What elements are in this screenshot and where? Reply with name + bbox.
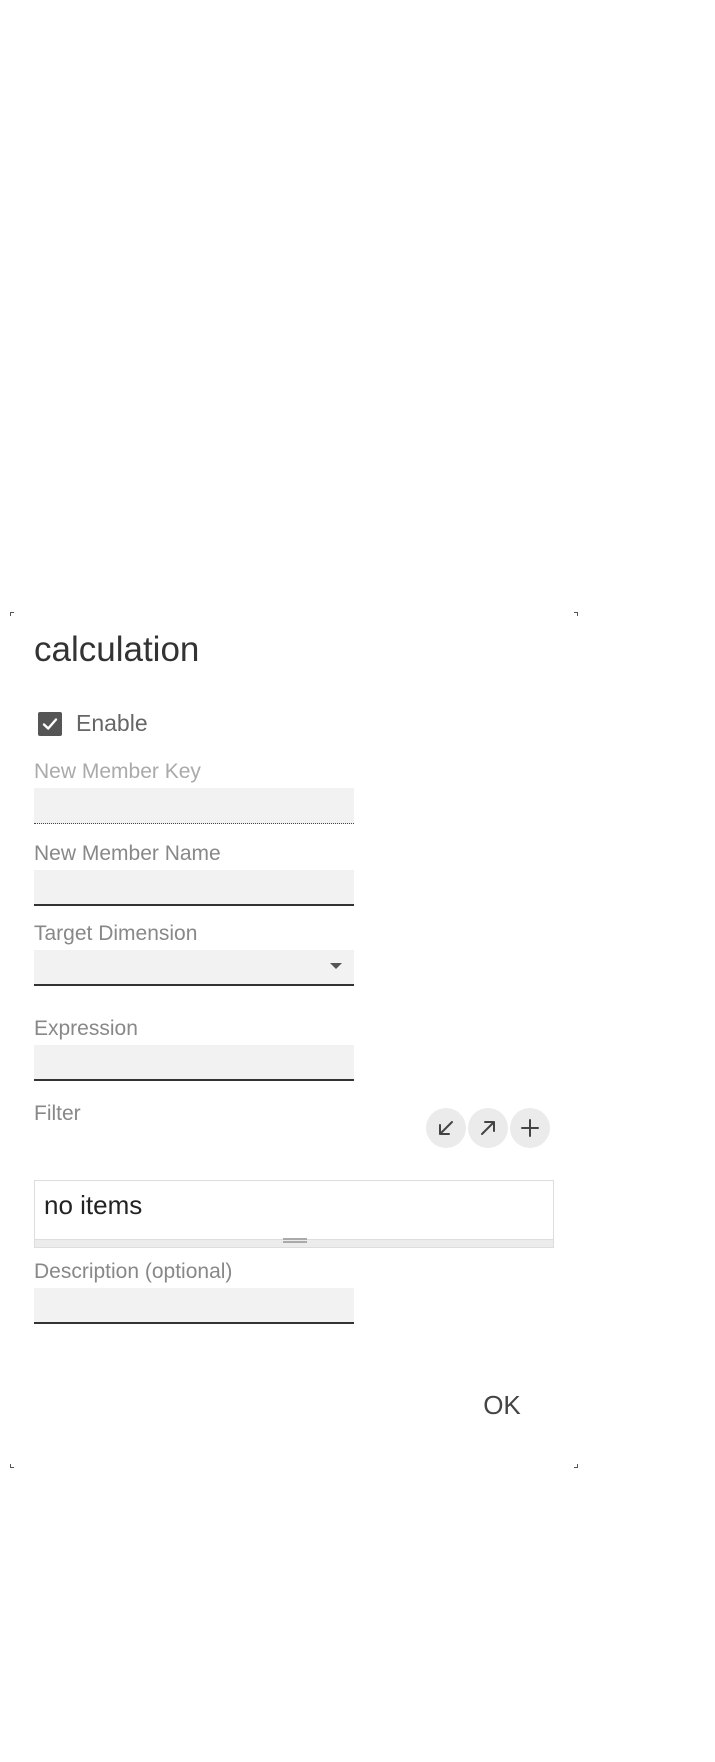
target-dimension-select[interactable] bbox=[34, 950, 354, 986]
dialog-corner-bottom-left bbox=[10, 1464, 14, 1468]
calculation-dialog: calculation Enable New Member Key New Me… bbox=[10, 612, 578, 1468]
new-member-name-input[interactable] bbox=[34, 870, 354, 906]
dialog-corner-bottom-right bbox=[574, 1464, 578, 1468]
target-dimension-label: Target Dimension bbox=[34, 922, 198, 945]
ok-button[interactable]: OK bbox=[462, 1382, 542, 1426]
expand-icon[interactable] bbox=[468, 1108, 508, 1148]
description-label: Description (optional) bbox=[34, 1260, 233, 1283]
dialog-title: calculation bbox=[34, 630, 200, 669]
filter-label: Filter bbox=[34, 1102, 81, 1125]
filter-empty-text: no items bbox=[44, 1190, 143, 1220]
checkbox-checked-icon[interactable] bbox=[38, 711, 62, 736]
collapse-icon[interactable] bbox=[426, 1108, 466, 1148]
filter-list[interactable]: no items bbox=[34, 1180, 554, 1240]
add-icon[interactable] bbox=[510, 1108, 550, 1148]
filter-resize-handle[interactable] bbox=[34, 1238, 554, 1248]
enable-label: Enable bbox=[76, 710, 148, 736]
page: calculation Enable New Member Key New Me… bbox=[0, 0, 715, 1762]
chevron-down-icon bbox=[330, 963, 342, 969]
dialog-corner-top-right bbox=[574, 612, 578, 616]
enable-checkbox[interactable]: Enable bbox=[38, 710, 148, 737]
new-member-key-input[interactable] bbox=[34, 788, 354, 824]
dialog-corner-top-left bbox=[10, 612, 14, 616]
expression-label: Expression bbox=[34, 1017, 138, 1040]
new-member-key-label: New Member Key bbox=[34, 760, 201, 783]
expression-input[interactable] bbox=[34, 1045, 354, 1081]
grip-icon bbox=[283, 1238, 307, 1243]
new-member-name-label: New Member Name bbox=[34, 842, 221, 865]
description-input[interactable] bbox=[34, 1288, 354, 1324]
